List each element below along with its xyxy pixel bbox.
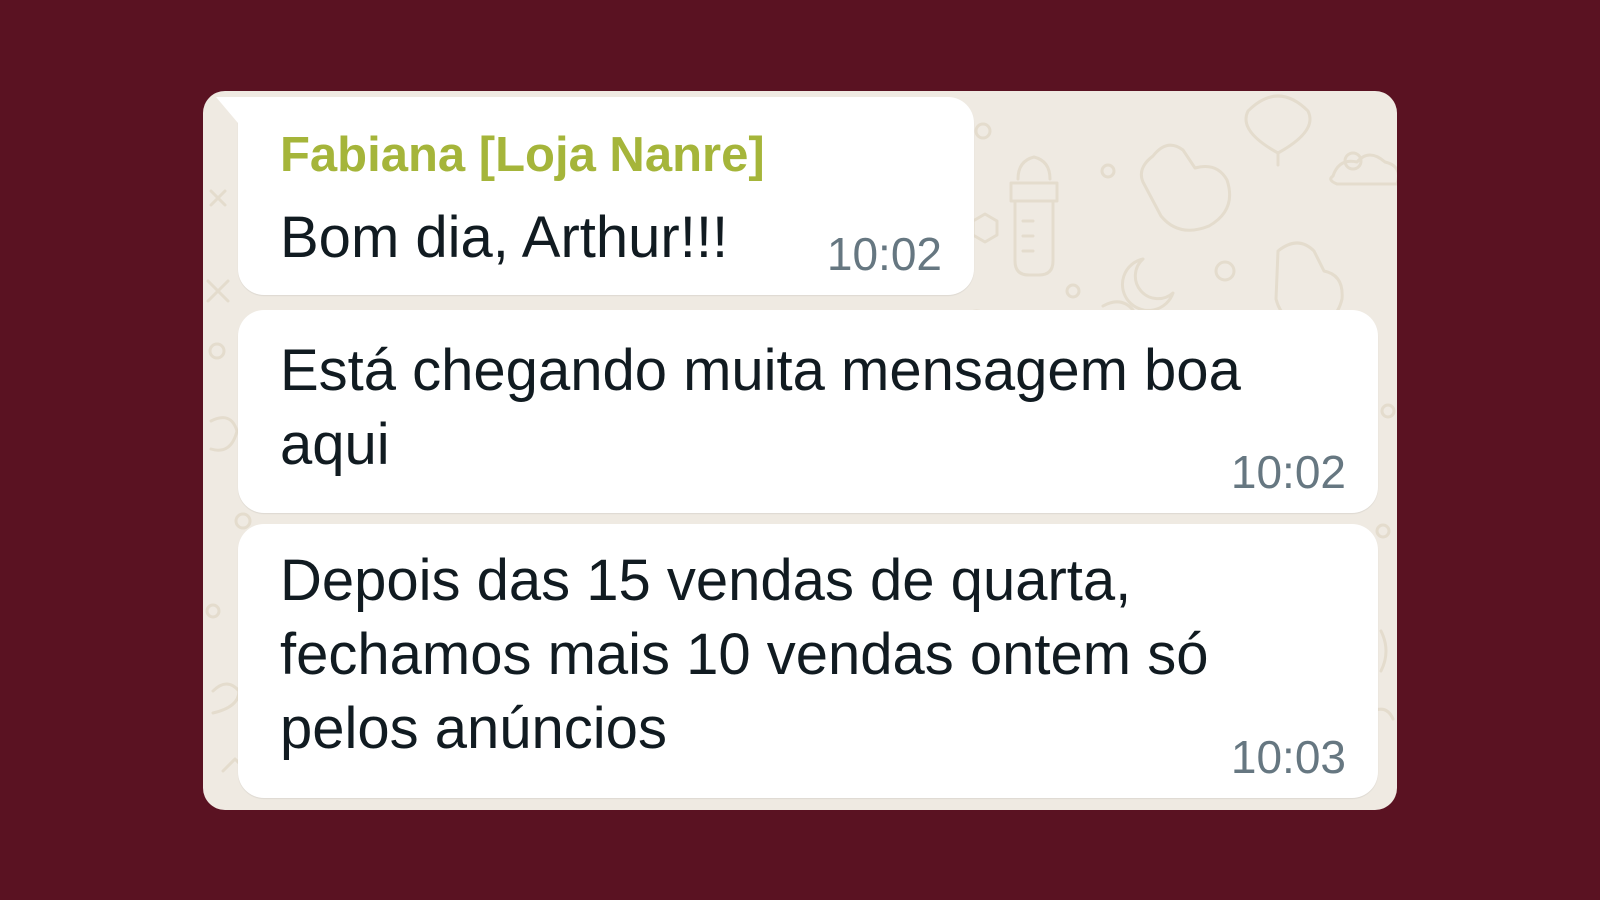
- message-text: Depois das 15 vendas de quarta, fechamos…: [280, 548, 1209, 761]
- message-text: Está chegando muita mensagem boa aqui: [280, 338, 1241, 477]
- message-text: Bom dia, Arthur!!!: [280, 205, 729, 270]
- sender-name[interactable]: Fabiana [Loja Nanre]: [280, 125, 765, 185]
- message-time: 10:02: [826, 228, 942, 280]
- message-bubble[interactable]: Fabiana [Loja Nanre] Bom dia, Arthur!!! …: [216, 97, 974, 295]
- bubble-tail: [216, 97, 238, 123]
- message-time: 10:02: [1230, 446, 1346, 498]
- message-bubble[interactable]: Depois das 15 vendas de quarta, fechamos…: [238, 524, 1378, 798]
- message-bubble[interactable]: Está chegando muita mensagem boa aqui 10…: [238, 310, 1378, 513]
- message-time: 10:03: [1230, 731, 1346, 783]
- chat-conversation: Fabiana [Loja Nanre] Bom dia, Arthur!!! …: [203, 91, 1397, 810]
